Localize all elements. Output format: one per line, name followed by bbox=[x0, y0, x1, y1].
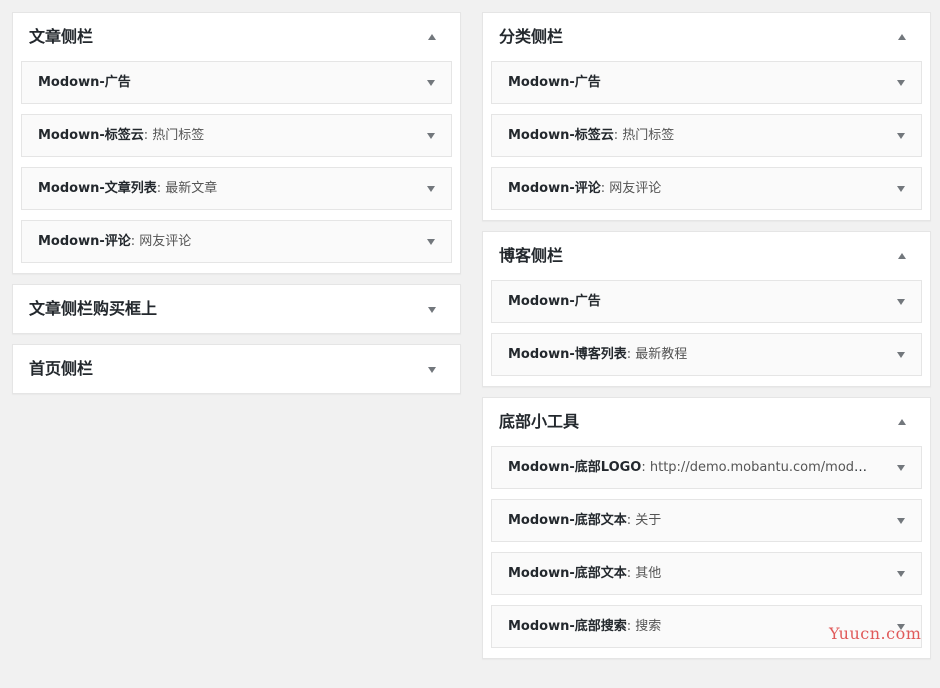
sidebar-panel: 博客侧栏 Modown-广告 Modown-博客列表: 最新教程 bbox=[482, 231, 931, 387]
widget-toggle-arrow-icon[interactable] bbox=[897, 80, 905, 86]
widget-title: Modown-广告 bbox=[38, 74, 401, 92]
panel-widget-list: Modown-广告 Modown-博客列表: 最新教程 bbox=[483, 280, 930, 386]
widget-toggle-arrow-icon[interactable] bbox=[427, 133, 435, 139]
widget-toggle-arrow-icon[interactable] bbox=[897, 518, 905, 524]
panel-title: 底部小工具 bbox=[499, 412, 580, 431]
widget-name: Modown-底部搜索 bbox=[508, 619, 627, 634]
widget-name: Modown-底部文本 bbox=[508, 566, 627, 581]
widget-title: Modown-评论: 网友评论 bbox=[508, 180, 871, 198]
collapse-arrow-icon[interactable] bbox=[898, 34, 906, 40]
widget-title: Modown-标签云: 热门标签 bbox=[508, 127, 871, 145]
widget-toggle-arrow-icon[interactable] bbox=[897, 133, 905, 139]
widget-description: : 网友评论 bbox=[600, 181, 662, 196]
widget-item[interactable]: Modown-底部文本: 关于 bbox=[491, 499, 922, 542]
panel-header[interactable]: 博客侧栏 bbox=[483, 232, 930, 280]
widget-toggle-arrow-icon[interactable] bbox=[427, 186, 435, 192]
sidebar-panel: 分类侧栏 Modown-广告 Modown-标签云: 热门标签 Modown-评论: … bbox=[482, 12, 931, 221]
widget-name: Modown-博客列表 bbox=[508, 347, 627, 362]
panel-title: 首页侧栏 bbox=[29, 359, 94, 378]
widget-item[interactable]: Modown-标签云: 热门标签 bbox=[491, 114, 922, 157]
widget-name: Modown-文章列表 bbox=[38, 181, 157, 196]
left-sidebar-column: 文章侧栏 Modown-广告 Modown-标签云: 热门标签 Modown-文章列表… bbox=[12, 12, 461, 404]
widget-toggle-arrow-icon[interactable] bbox=[427, 80, 435, 86]
widget-item[interactable]: Modown-广告 bbox=[491, 280, 922, 323]
widget-toggle-arrow-icon[interactable] bbox=[897, 299, 905, 305]
widget-item[interactable]: Modown-评论: 网友评论 bbox=[21, 220, 452, 263]
sidebar-panel: 文章侧栏 Modown-广告 Modown-标签云: 热门标签 Modown-文章列表… bbox=[12, 12, 461, 274]
widget-description: : 网友评论 bbox=[130, 234, 192, 249]
widget-item[interactable]: Modown-标签云: 热门标签 bbox=[21, 114, 452, 157]
widget-toggle-arrow-icon[interactable] bbox=[897, 352, 905, 358]
widget-description: : http://demo.mobantu.com/modown/wp-cont… bbox=[641, 460, 871, 475]
collapse-arrow-icon[interactable] bbox=[428, 34, 436, 40]
widget-title: Modown-底部文本: 关于 bbox=[508, 512, 871, 530]
widget-title: Modown-底部文本: 其他 bbox=[508, 565, 871, 583]
widget-description: : 关于 bbox=[626, 513, 662, 528]
panel-header[interactable]: 文章侧栏购买框上 bbox=[13, 285, 460, 333]
panel-widget-list: Modown-广告 Modown-标签云: 热门标签 Modown-文章列表: 最新… bbox=[13, 61, 460, 273]
collapse-arrow-icon[interactable] bbox=[898, 419, 906, 425]
widget-name: Modown-评论 bbox=[508, 181, 601, 196]
widget-description: : 最新教程 bbox=[626, 347, 688, 362]
panel-header[interactable]: 分类侧栏 bbox=[483, 13, 930, 61]
widget-description: : 热门标签 bbox=[613, 128, 675, 143]
widget-toggle-arrow-icon[interactable] bbox=[897, 465, 905, 471]
panel-title: 分类侧栏 bbox=[499, 27, 564, 46]
panel-header[interactable]: 文章侧栏 bbox=[13, 13, 460, 61]
widget-title: Modown-评论: 网友评论 bbox=[38, 233, 401, 251]
widget-name: Modown-标签云 bbox=[38, 128, 144, 143]
panel-title: 文章侧栏购买框上 bbox=[29, 299, 158, 318]
widget-item[interactable]: Modown-博客列表: 最新教程 bbox=[491, 333, 922, 376]
widget-item[interactable]: Modown-广告 bbox=[491, 61, 922, 104]
widget-name: Modown-广告 bbox=[508, 294, 601, 309]
widget-name: Modown-底部文本 bbox=[508, 513, 627, 528]
expand-arrow-icon[interactable] bbox=[428, 367, 436, 373]
widget-item[interactable]: Modown-广告 bbox=[21, 61, 452, 104]
widget-name: Modown-标签云 bbox=[508, 128, 614, 143]
expand-arrow-icon[interactable] bbox=[428, 307, 436, 313]
widget-item[interactable]: Modown-底部文本: 其他 bbox=[491, 552, 922, 595]
panel-widget-list: Modown-广告 Modown-标签云: 热门标签 Modown-评论: 网友评论 bbox=[483, 61, 930, 220]
widget-name: Modown-广告 bbox=[508, 75, 601, 90]
panel-title: 博客侧栏 bbox=[499, 246, 564, 265]
panel-header[interactable]: 底部小工具 bbox=[483, 398, 930, 446]
widget-item[interactable]: Modown-文章列表: 最新文章 bbox=[21, 167, 452, 210]
widget-title: Modown-广告 bbox=[508, 74, 871, 92]
watermark: Yuucn.com bbox=[829, 624, 922, 643]
widget-item[interactable]: Modown-评论: 网友评论 bbox=[491, 167, 922, 210]
panel-title: 文章侧栏 bbox=[29, 27, 94, 46]
widget-title: Modown-博客列表: 最新教程 bbox=[508, 346, 871, 364]
widget-name: Modown-底部LOGO bbox=[508, 460, 642, 475]
widget-title: Modown-广告 bbox=[508, 293, 871, 311]
widget-toggle-arrow-icon[interactable] bbox=[897, 571, 905, 577]
widget-title: Modown-标签云: 热门标签 bbox=[38, 127, 401, 145]
widget-title: Modown-底部搜索: 搜索 bbox=[508, 618, 871, 636]
widget-title: Modown-文章列表: 最新文章 bbox=[38, 180, 401, 198]
sidebar-panel: 底部小工具 Modown-底部LOGO: http://demo.mobantu.… bbox=[482, 397, 931, 659]
widget-description: : 搜索 bbox=[626, 619, 662, 634]
sidebar-panel: 首页侧栏 bbox=[12, 344, 461, 394]
widget-toggle-arrow-icon[interactable] bbox=[897, 186, 905, 192]
right-sidebar-column: 分类侧栏 Modown-广告 Modown-标签云: 热门标签 Modown-评论: … bbox=[482, 12, 931, 669]
widget-name: Modown-评论 bbox=[38, 234, 131, 249]
widget-title: Modown-底部LOGO: http://demo.mobantu.com/m… bbox=[508, 459, 871, 477]
widget-description: : 最新文章 bbox=[156, 181, 218, 196]
panel-header[interactable]: 首页侧栏 bbox=[13, 345, 460, 393]
widget-item[interactable]: Modown-底部LOGO: http://demo.mobantu.com/m… bbox=[491, 446, 922, 489]
widget-description: : 热门标签 bbox=[143, 128, 205, 143]
sidebar-panel: 文章侧栏购买框上 bbox=[12, 284, 461, 334]
widget-name: Modown-广告 bbox=[38, 75, 131, 90]
widget-toggle-arrow-icon[interactable] bbox=[427, 239, 435, 245]
widget-description: : 其他 bbox=[626, 566, 662, 581]
collapse-arrow-icon[interactable] bbox=[898, 253, 906, 259]
